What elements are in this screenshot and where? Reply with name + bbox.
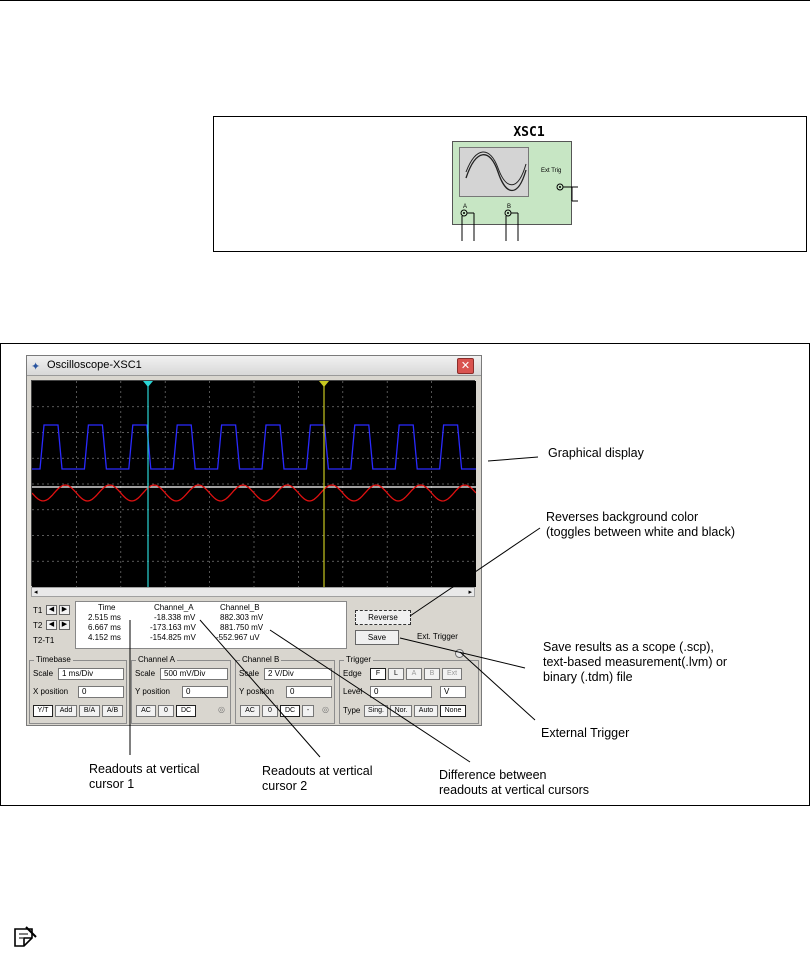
annotation-cursor1-line1: Readouts at vertical [89,762,200,776]
annotation-save-line2: text-based measurement(.lvm) or [543,655,728,669]
annotation-save: Save results as a scope (.scp), text-bas… [543,640,727,685]
annotation-leaders [129,456,541,763]
annotation-save-line1: Save results as a scope (.scp), [543,640,714,654]
annotation-reverse-line1: Reverses background color [546,510,699,524]
annotation-cursor1-line2: cursor 1 [89,777,135,791]
annotation-external-trigger: External Trigger [541,726,630,740]
annotation-cursor2: Readouts at vertical cursor 2 [262,764,372,794]
annotation-reverse-line2: (toggles between white and black) [546,525,736,539]
note-icon [14,926,37,947]
annotation-difference-line1: Difference between [439,768,547,782]
annotation-graphical-display: Graphical display [548,446,644,460]
annotation-cursor1: Readouts at vertical cursor 1 [89,762,199,792]
annotation-cursor2-line1: Readouts at vertical [262,764,373,778]
annotation-difference: Difference between readouts at vertical … [439,768,589,798]
annotation-difference-line2: readouts at vertical cursors [439,783,590,797]
annotation-reverse: Reverses background color (toggles betwe… [546,510,735,540]
annotation-cursor2-line2: cursor 2 [262,779,308,793]
annotation-save-line3: binary (.tdm) file [543,670,633,684]
